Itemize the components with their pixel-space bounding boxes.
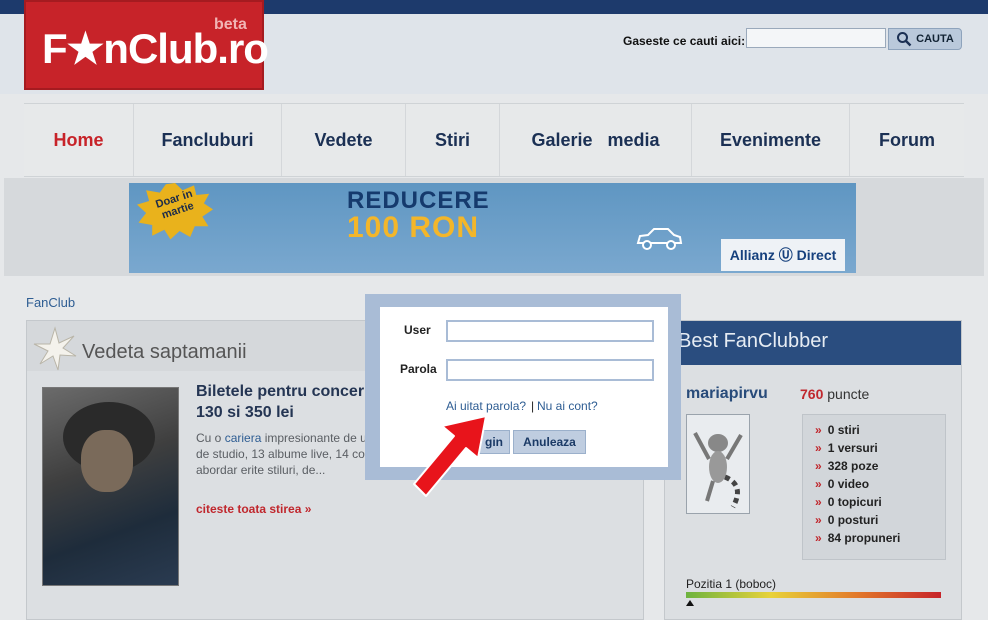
stat-label: 84 propuneri bbox=[827, 531, 901, 545]
stat-item[interactable]: » 0 video bbox=[815, 475, 945, 493]
search-button-label: CAUTA bbox=[916, 33, 954, 45]
nav-stiri[interactable]: Stiri bbox=[406, 104, 500, 176]
stat-label: 0 stiri bbox=[827, 423, 860, 437]
nav-evenimente[interactable]: Evenimente bbox=[692, 104, 850, 176]
main-nav: Home Fancluburi Vedete Stiri Galerie med… bbox=[24, 103, 964, 177]
photo-face bbox=[81, 430, 133, 492]
weekly-star-title: Vedeta saptamanii bbox=[82, 341, 247, 363]
user-points: 760 puncte bbox=[800, 386, 869, 402]
nav-galerie-media[interactable]: Galerie media bbox=[500, 104, 692, 176]
stat-item[interactable]: » 0 stiri bbox=[815, 421, 945, 439]
user-profile-link[interactable]: mariapirvu bbox=[686, 385, 768, 403]
rank-progress-bar bbox=[686, 592, 941, 598]
ad-banner[interactable]: Doar in martie REDUCERE 100 RON Allianz … bbox=[129, 183, 856, 273]
stat-item[interactable]: » 0 topicuri bbox=[815, 493, 945, 511]
rank-marker-icon bbox=[686, 600, 694, 606]
excerpt-link[interactable]: cariera bbox=[225, 431, 262, 445]
red-arrow-icon bbox=[413, 415, 487, 497]
stat-item[interactable]: » 0 posturi bbox=[815, 511, 945, 529]
register-link[interactable]: Nu ai cont? bbox=[537, 399, 598, 413]
points-label: puncte bbox=[823, 386, 870, 402]
nav-forum[interactable]: Forum bbox=[850, 104, 964, 176]
site-logo[interactable]: F★nClub.ro beta bbox=[24, 0, 269, 90]
breadcrumb-fanclub[interactable]: FanClub bbox=[26, 295, 75, 310]
rank-label: Pozitia 1 (boboc) bbox=[686, 577, 777, 591]
user-label: User bbox=[404, 323, 431, 337]
car-icon bbox=[636, 228, 683, 250]
forgot-password-link[interactable]: Ai uitat parola? bbox=[446, 399, 526, 413]
password-label: Parola bbox=[400, 362, 437, 376]
logo-beta: beta bbox=[214, 16, 247, 33]
stat-item[interactable]: » 84 propuneri bbox=[815, 529, 945, 547]
link-separator: | bbox=[531, 399, 535, 413]
nav-fancluburi[interactable]: Fancluburi bbox=[134, 104, 282, 176]
news-headline[interactable]: Biletele pentru concer 130 si 350 lei bbox=[196, 381, 376, 423]
avatar[interactable] bbox=[686, 414, 750, 514]
nav-vedete[interactable]: Vedete bbox=[282, 104, 406, 176]
user-stats-list: » 0 stiri » 1 versuri » 328 poze » 0 video »… bbox=[802, 414, 946, 560]
stat-label: 0 posturi bbox=[827, 513, 879, 527]
search-input[interactable] bbox=[746, 28, 886, 48]
stat-label: 0 video bbox=[827, 477, 870, 491]
excerpt-prefix: Cu o bbox=[196, 431, 225, 445]
stat-item[interactable]: » 1 versuri bbox=[815, 439, 945, 457]
stat-label: 0 topicuri bbox=[827, 495, 882, 509]
best-fanclubber-title: Best FanClubber bbox=[678, 330, 829, 352]
cancel-button[interactable]: Anuleaza bbox=[513, 430, 586, 454]
search-icon bbox=[897, 32, 912, 47]
search-button[interactable]: CAUTA bbox=[888, 28, 962, 50]
search-label: Gaseste ce cauti aici: bbox=[623, 34, 746, 48]
starburst-icon bbox=[33, 326, 77, 371]
username-input[interactable] bbox=[446, 320, 654, 342]
stat-label: 1 versuri bbox=[827, 441, 878, 455]
password-input[interactable] bbox=[446, 359, 654, 381]
stat-label: 328 poze bbox=[827, 459, 879, 473]
lemur-avatar-icon bbox=[693, 432, 743, 509]
stat-item[interactable]: » 328 poze bbox=[815, 457, 945, 475]
allianz-logo: Allianz Ⓤ Direct bbox=[721, 239, 845, 271]
read-more-link[interactable]: citeste toata stirea » bbox=[196, 502, 311, 516]
star-photo[interactable] bbox=[42, 387, 179, 586]
banner-amount: 100 RON bbox=[347, 211, 480, 244]
nav-home[interactable]: Home bbox=[24, 104, 134, 176]
points-value: 760 bbox=[800, 386, 824, 402]
